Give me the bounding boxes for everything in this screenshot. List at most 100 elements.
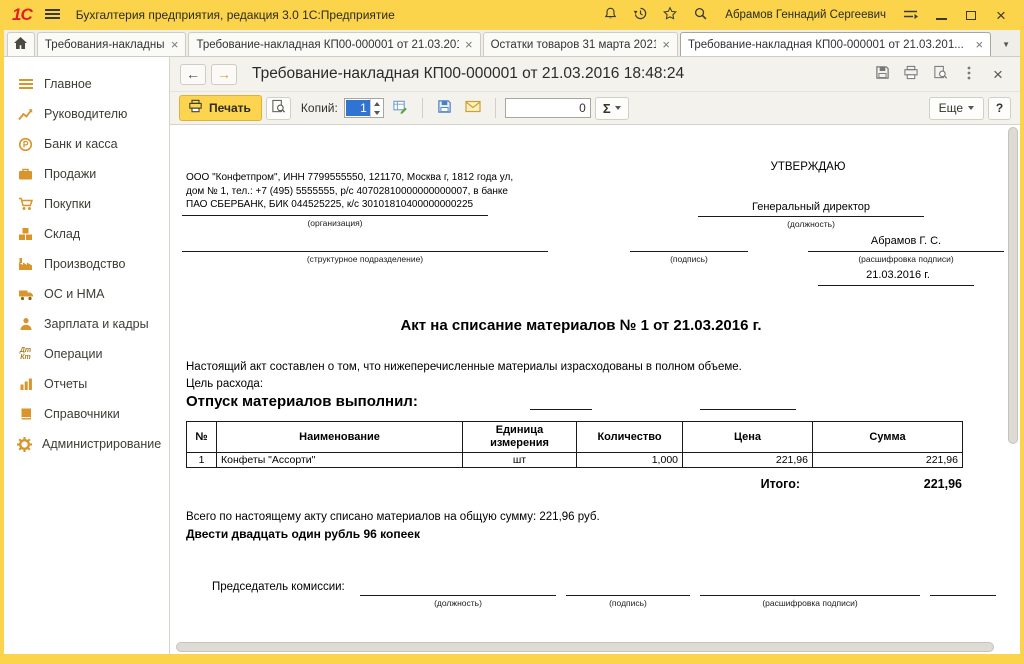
book-icon (17, 407, 34, 421)
document-window: ← → Требование-накладная КП00-000001 от … (170, 57, 1020, 654)
maximize-button[interactable] (960, 4, 982, 26)
totals-row: Итого: 221,96 (186, 477, 962, 491)
bell-icon (603, 6, 618, 24)
underline (930, 595, 996, 596)
tab-requisition-doc-1[interactable]: Требование-накладная КП00-000001 от 21.0… (188, 32, 480, 56)
history-button[interactable] (629, 4, 651, 26)
close-icon: × (993, 66, 1003, 83)
scrollbar-thumb[interactable] (176, 642, 994, 652)
tab-close-icon[interactable]: × (975, 38, 983, 51)
current-user-button[interactable]: Абрамов Геннадий Сергеевич (725, 9, 886, 21)
total-label: Итого: (186, 477, 800, 491)
floppy-blue-icon (437, 99, 452, 117)
total-value: 221,96 (800, 477, 962, 491)
window-menu-button[interactable] (957, 62, 981, 86)
help-button[interactable]: ? (988, 97, 1011, 120)
print-settings-button[interactable] (388, 97, 413, 120)
underline (698, 216, 924, 217)
tab-close-icon[interactable]: × (662, 38, 670, 51)
service-menu-button[interactable] (900, 4, 922, 26)
document-header: ← → Требование-накладная КП00-000001 от … (170, 57, 1020, 91)
search-button[interactable] (689, 4, 711, 26)
amount-in-words: Двести двадцать один рубль 96 копеек (186, 527, 420, 541)
minimize-button[interactable] (930, 4, 952, 26)
cell-unit: шт (463, 453, 577, 468)
menu-icon (17, 78, 34, 90)
back-button[interactable]: ← (180, 64, 206, 85)
col-quantity: Количество (577, 422, 683, 453)
hamburger-icon (45, 8, 60, 23)
sidebar-item-fixed-assets[interactable]: ОС и НМА (4, 279, 169, 309)
signature-decode-caption: (расшифровка подписи) (700, 598, 920, 608)
sidebar-item-operations[interactable]: ДтКт Операции (4, 339, 169, 369)
minimize-icon (936, 11, 947, 20)
more-button[interactable]: Еще (929, 97, 984, 120)
tab-requisition-doc-2[interactable]: Требование-накладная КП00-000001 от 21.0… (680, 32, 991, 56)
print-button[interactable]: Печать (179, 95, 262, 121)
sum-button[interactable]: Σ (595, 97, 629, 120)
act-title: Акт на списание материалов № 1 от 21.03.… (178, 317, 984, 334)
print-icon-button[interactable] (899, 62, 923, 86)
forward-button[interactable]: → (211, 64, 237, 85)
horizontal-scrollbar[interactable] (172, 642, 1004, 652)
notifications-button[interactable] (599, 4, 621, 26)
close-window-button[interactable]: × (990, 4, 1012, 26)
page-magnifier-icon (933, 65, 948, 83)
chairman-label: Председатель комиссии: (212, 581, 345, 593)
underline (182, 251, 548, 252)
arrow-right-icon: → (217, 67, 231, 81)
sidebar-item-sales[interactable]: Продажи (4, 159, 169, 189)
printer-icon (903, 65, 919, 83)
sidebar-item-salary-hr[interactable]: Зарплата и кадры (4, 309, 169, 339)
sidebar-item-main[interactable]: Главное (4, 69, 169, 99)
tab-close-icon[interactable]: × (171, 38, 179, 51)
tab-stock-report[interactable]: Остатки товаров 31 марта 2021 г. × (483, 32, 678, 56)
history-icon (633, 6, 648, 24)
copies-value: 1 (346, 100, 370, 116)
favorites-button[interactable] (659, 4, 681, 26)
send-email-button[interactable] (461, 97, 486, 120)
col-unit: Единица измерения (463, 422, 577, 453)
cart-icon (17, 197, 34, 211)
copies-stepper[interactable]: 1 (344, 98, 384, 118)
cell-name: Конфеты "Ассорти" (217, 453, 463, 468)
vertical-scrollbar[interactable] (1008, 127, 1018, 638)
main-menu-button[interactable] (42, 4, 64, 26)
signature-decode-caption: (расшифровка подписи) (808, 254, 1004, 264)
envelope-icon (465, 100, 481, 116)
document-title: Требование-накладная КП00-000001 от 21.0… (252, 65, 684, 83)
sidebar-item-purchases[interactable]: Покупки (4, 189, 169, 219)
approve-label: УТВЕРЖДАЮ (678, 161, 938, 173)
sidebar-item-warehouse[interactable]: Склад (4, 219, 169, 249)
bar-chart-icon (17, 377, 34, 391)
close-document-button[interactable]: × (986, 62, 1010, 86)
star-icon (662, 6, 678, 24)
cell-quantity: 1,000 (577, 453, 683, 468)
organization-info: ООО "Конфетпром", ИНН 7799555550, 121170… (186, 171, 513, 212)
tab-requisition-list[interactable]: Требования-накладные × (37, 32, 187, 56)
scrollbar-thumb[interactable] (1008, 127, 1018, 444)
signature-caption: (подпись) (566, 598, 690, 608)
sidebar-item-administration[interactable]: Администрирование (4, 429, 169, 459)
sidebar-item-directories[interactable]: Справочники (4, 399, 169, 429)
chevron-down-icon (968, 106, 974, 110)
tab-overflow-button[interactable]: ▼ (995, 32, 1017, 56)
sidebar-item-manager[interactable]: Руководителю (4, 99, 169, 129)
app-window: 1С Бухгалтерия предприятия, редакция 3.0… (0, 0, 1024, 664)
floppy-icon (875, 65, 890, 83)
sidebar-item-bank-cash[interactable]: Банк и касса (4, 129, 169, 159)
preview-icon-button[interactable] (928, 62, 952, 86)
save-file-button[interactable] (432, 97, 457, 120)
sidebar-item-reports[interactable]: Отчеты (4, 369, 169, 399)
sidebar-item-production[interactable]: Производство (4, 249, 169, 279)
spreadsheet-document: ООО "Конфетпром", ИНН 7799555550, 121170… (170, 125, 1020, 654)
maximize-icon (966, 11, 976, 20)
spinner-arrows-icon[interactable] (370, 99, 383, 117)
sigma-icon: Σ (603, 101, 611, 116)
save-button[interactable] (870, 62, 894, 86)
tab-close-icon[interactable]: × (465, 38, 473, 51)
print-preview-button[interactable] (266, 97, 291, 120)
sum-result-field[interactable] (505, 98, 591, 118)
underline (700, 409, 796, 410)
home-button[interactable] (7, 32, 35, 56)
